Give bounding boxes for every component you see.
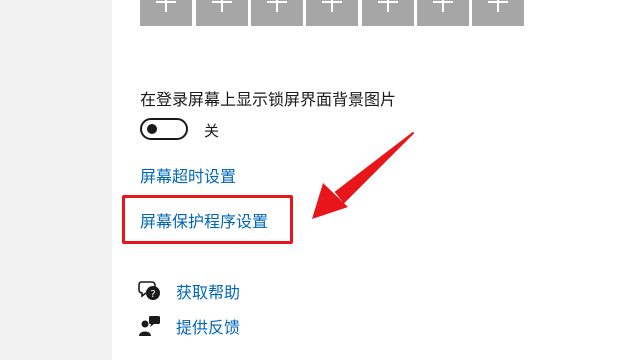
plus-icon [488, 0, 508, 12]
add-app-tile-3[interactable] [251, 0, 303, 26]
give-feedback-label: 提供反馈 [176, 318, 241, 337]
show-lock-background-label: 在登录屏幕上显示锁屏界面背景图片 [140, 90, 397, 109]
plus-icon [378, 0, 398, 12]
plus-icon [267, 0, 287, 12]
give-feedback-link[interactable]: 提供反馈 [138, 314, 240, 338]
plus-icon [322, 0, 342, 12]
left-sidebar [0, 0, 112, 360]
screen-timeout-settings-link[interactable]: 屏幕超时设置 [140, 163, 236, 187]
feedback-person-icon [139, 316, 160, 336]
add-app-tile-4[interactable] [306, 0, 358, 26]
get-help-link[interactable]: ? 获取帮助 [138, 279, 240, 303]
toggle-state-label: 关 [204, 122, 220, 140]
show-lock-background-toggle[interactable] [140, 118, 188, 140]
add-app-tile-7[interactable] [472, 0, 524, 26]
chat-help-icon: ? [138, 281, 160, 300]
plus-icon [156, 0, 176, 12]
plus-icon [433, 0, 453, 12]
add-app-tile-2[interactable] [196, 0, 248, 26]
screen-saver-settings-link[interactable]: 屏幕保护程序设置 [140, 208, 268, 232]
plus-icon [212, 0, 232, 12]
add-app-tile-1[interactable] [140, 0, 192, 26]
svg-text:?: ? [150, 289, 155, 300]
get-help-label: 获取帮助 [176, 283, 241, 302]
add-app-tile-6[interactable] [417, 0, 469, 26]
toggle-knob [147, 124, 157, 134]
add-app-tile-5[interactable] [362, 0, 414, 26]
